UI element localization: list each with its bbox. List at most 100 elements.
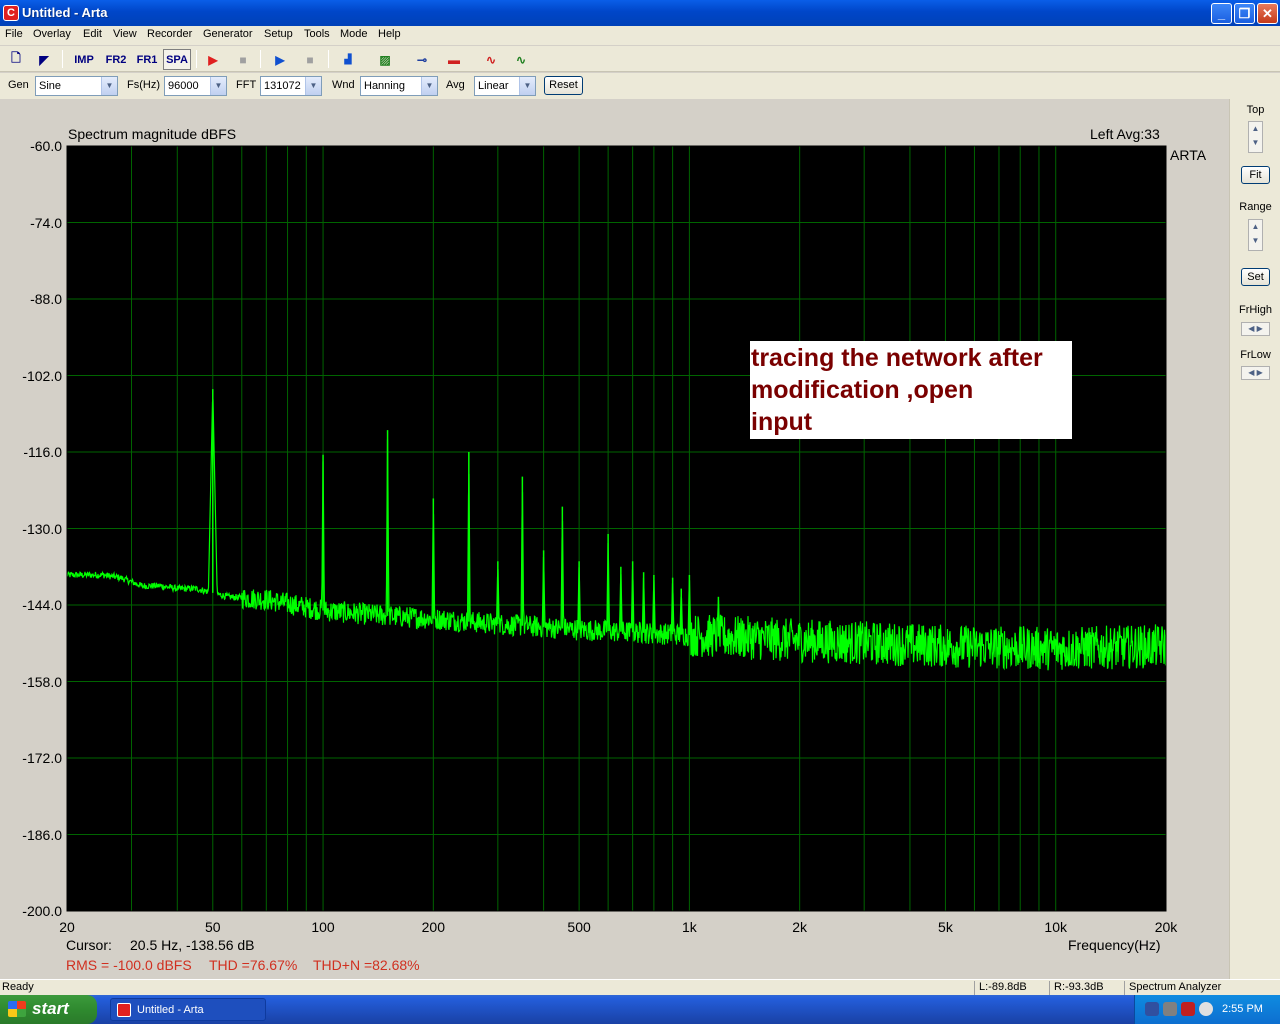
- gen-label: Gen: [8, 79, 29, 91]
- y-tick-label: -172.0: [22, 750, 62, 766]
- x-tick-label: 20k: [1154, 919, 1178, 935]
- y-tick-label: -186.0: [22, 826, 62, 843]
- chevron-down-icon[interactable]: ▼: [305, 77, 321, 95]
- frhigh-label: FrHigh: [1238, 304, 1272, 316]
- menu-edit[interactable]: Edit: [83, 28, 102, 40]
- avg-value: Linear: [478, 80, 509, 92]
- menu-tools[interactable]: Tools: [304, 28, 330, 40]
- x-tick-label: 1k: [681, 919, 697, 935]
- x-tick-label: 10k: [1044, 919, 1067, 935]
- scale-icon[interactable]: ▟: [336, 49, 360, 70]
- antivirus-icon[interactable]: [1199, 1002, 1213, 1016]
- fft-value: 131072: [264, 80, 301, 92]
- plot-svg[interactable]: [0, 99, 1229, 979]
- range-spinner[interactable]: ▲ ▼: [1248, 219, 1263, 251]
- menu-recorder[interactable]: Recorder: [147, 28, 192, 40]
- y-tick-label: -130.0: [22, 520, 62, 537]
- spectrum-chart[interactable]: Spectrum magnitude dBFS Left Avg:33 ARTA…: [0, 99, 1229, 979]
- options-bar: Gen Sine ▼ Fs(Hz) 96000 ▼ FFT 131072 ▼ Wnd …: [0, 73, 1280, 99]
- frlow-spinner[interactable]: ◀ ▶: [1241, 366, 1270, 380]
- fr2-mode-button[interactable]: FR2: [102, 49, 130, 70]
- annotation-box: tracing the network after modification ,…: [750, 341, 1072, 439]
- start-button[interactable]: start: [0, 995, 97, 1024]
- annotation-line-3: input: [751, 408, 813, 436]
- menu-file[interactable]: File: [5, 28, 23, 40]
- spectrum-icon[interactable]: ▨: [373, 49, 397, 70]
- x-tick-label: 100: [311, 919, 335, 935]
- chart-title: Spectrum magnitude dBFS: [68, 126, 237, 142]
- taskbar-item-arta[interactable]: Untitled - Arta: [110, 998, 266, 1021]
- x-tick-label: 500: [567, 919, 591, 935]
- fft-select[interactable]: 131072 ▼: [260, 76, 322, 96]
- start-label: start: [32, 999, 69, 1018]
- slider-icon[interactable]: ⊸: [410, 49, 434, 70]
- shield-icon[interactable]: [1181, 1002, 1195, 1016]
- status-right-level: R:-93.3dB: [1049, 981, 1121, 995]
- title-bar: C Untitled - Arta _ ❐ ✕: [0, 0, 1280, 26]
- speaker-icon[interactable]: [1163, 1002, 1177, 1016]
- x-tick-label: 20: [59, 919, 75, 935]
- close-button[interactable]: ✕: [1257, 3, 1278, 24]
- menu-mode[interactable]: Mode: [340, 28, 368, 40]
- thdn-readout: THD+N =82.68%: [313, 957, 420, 973]
- spa-mode-button[interactable]: SPA: [163, 49, 191, 70]
- status-left-level: L:-89.8dB: [974, 981, 1048, 995]
- fr1-mode-button[interactable]: FR1: [133, 49, 161, 70]
- y-tick-label: -74.0: [30, 214, 62, 231]
- top-spinner[interactable]: ▲ ▼: [1248, 121, 1263, 153]
- menu-help[interactable]: Help: [378, 28, 401, 40]
- x-tick-label: 200: [421, 919, 445, 935]
- menu-overlay[interactable]: Overlay: [33, 28, 71, 40]
- status-mode: Spectrum Analyzer: [1124, 981, 1274, 995]
- imp-mode-button[interactable]: IMP: [70, 49, 98, 70]
- record-icon[interactable]: ▶: [201, 49, 225, 70]
- minimize-button[interactable]: _: [1211, 3, 1232, 24]
- chevron-down-icon[interactable]: ▼: [421, 77, 437, 95]
- fs-select[interactable]: 96000 ▼: [164, 76, 227, 96]
- reset-button[interactable]: Reset: [544, 76, 583, 95]
- avg-select[interactable]: Linear ▼: [474, 76, 536, 96]
- cursor-label: Cursor:: [66, 937, 112, 953]
- stop-icon[interactable]: ■: [231, 49, 255, 70]
- x-tick-label: 50: [204, 919, 221, 935]
- annotation-line-2: modification ,open: [751, 376, 974, 404]
- taskbar-item-label: Untitled - Arta: [137, 1004, 204, 1016]
- open-file-icon[interactable]: ◤: [32, 49, 56, 70]
- menu-generator[interactable]: Generator: [203, 28, 253, 40]
- menu-view[interactable]: View: [113, 28, 137, 40]
- new-file-icon[interactable]: 🗋: [4, 49, 28, 70]
- network-icon[interactable]: [1145, 1002, 1159, 1016]
- menu-bar: File Overlay Edit View Recorder Generato…: [0, 26, 1280, 45]
- set-button[interactable]: Set: [1241, 268, 1270, 286]
- rms-readout: RMS = -100.0 dBFS: [66, 957, 192, 973]
- wnd-label: Wnd: [332, 79, 355, 91]
- y-tick-label: -144.0: [22, 597, 62, 613]
- range-label: Range: [1239, 201, 1272, 213]
- wnd-value: Hanning: [364, 80, 405, 92]
- app-icon[interactable]: C: [3, 5, 19, 21]
- sine-icon[interactable]: ∿: [479, 49, 503, 70]
- arta-watermark: ARTA: [1170, 147, 1207, 163]
- gen-select[interactable]: Sine ▼: [35, 76, 118, 96]
- restore-button[interactable]: ❐: [1234, 3, 1255, 24]
- color-icon[interactable]: ▬: [442, 49, 466, 70]
- top-label: Top: [1246, 104, 1265, 116]
- waveform-icon[interactable]: ∿: [509, 49, 533, 70]
- status-ready: Ready: [2, 981, 34, 993]
- menu-setup[interactable]: Setup: [264, 28, 293, 40]
- fit-button[interactable]: Fit: [1241, 166, 1270, 184]
- wnd-select[interactable]: Hanning ▼: [360, 76, 438, 96]
- play-icon[interactable]: ▶: [268, 49, 292, 70]
- chevron-down-icon[interactable]: ▼: [519, 77, 535, 95]
- y-tick-label: -200.0: [22, 903, 62, 919]
- thd-readout: THD =76.67%: [209, 957, 298, 973]
- toolbar: 🗋 ◤ IMP FR2 FR1 SPA ▶ ■ ▶ ■ ▟ ▨ ⊸ ▬ ∿ ∿: [0, 46, 1280, 72]
- fs-label: Fs(Hz): [127, 79, 160, 91]
- frhigh-spinner[interactable]: ◀ ▶: [1241, 322, 1270, 336]
- clock: 2:55 PM: [1222, 1003, 1263, 1015]
- annotation-line-1: tracing the network after: [751, 344, 1043, 372]
- stop-playback-icon[interactable]: ■: [298, 49, 322, 70]
- chevron-down-icon[interactable]: ▼: [101, 77, 117, 95]
- x-tick-label: 5k: [938, 919, 953, 935]
- chevron-down-icon[interactable]: ▼: [210, 77, 226, 95]
